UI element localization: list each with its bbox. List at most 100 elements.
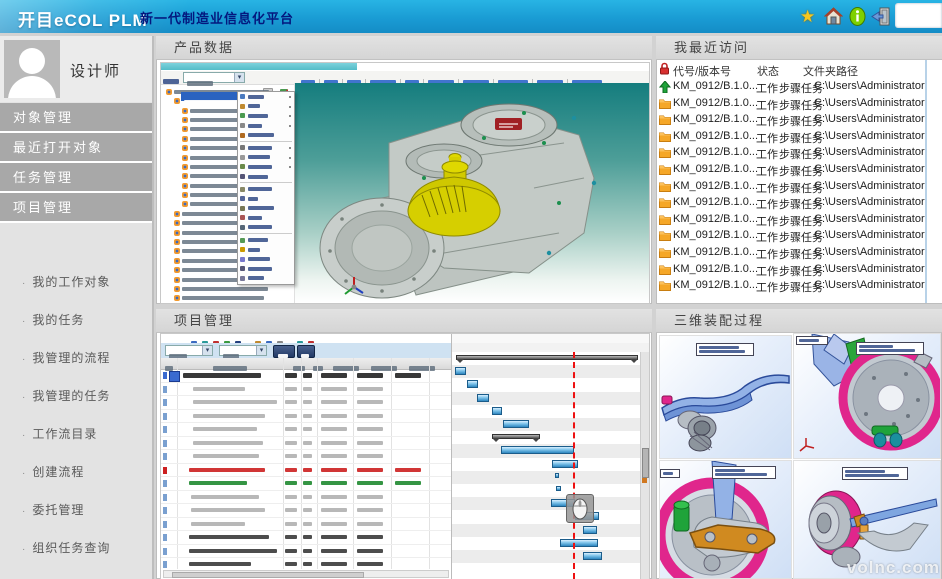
assembly-step-2-image[interactable] xyxy=(793,333,941,459)
info-icon[interactable] xyxy=(848,7,867,26)
sidebar-subitem-6[interactable]: ·创建流程 xyxy=(0,458,152,487)
gantt-bar[interactable] xyxy=(492,407,502,415)
context-menu-item[interactable] xyxy=(238,130,294,140)
refresh-button[interactable] xyxy=(297,345,315,358)
context-menu-item[interactable] xyxy=(238,235,294,245)
gantt-bar[interactable] xyxy=(583,526,597,534)
assembly-step-1-image[interactable] xyxy=(659,335,792,459)
gantt-task-row[interactable] xyxy=(161,450,451,464)
recent-row[interactable]: KM_0912/B.1.0...工作步骤任务C:\Users\Administr… xyxy=(657,245,925,262)
sidebar-item-2[interactable]: 最近打开对象 xyxy=(0,133,152,163)
col-code-version[interactable]: 代号/版本号 xyxy=(673,63,731,79)
gantt-task-row[interactable] xyxy=(161,437,451,451)
favorites-star-icon[interactable]: ★ xyxy=(800,7,819,26)
context-menu-item[interactable] xyxy=(238,111,294,121)
task-combobox[interactable]: ▾ xyxy=(219,345,267,356)
sidebar-subitem-5[interactable]: ·工作流目录 xyxy=(0,420,152,449)
gantt-chart-area[interactable] xyxy=(451,334,650,579)
assembly-step-4-image[interactable]: volnc.com xyxy=(793,460,941,579)
gantt-summary-bar[interactable] xyxy=(456,355,638,360)
gantt-task-row[interactable] xyxy=(161,383,451,397)
apply-button[interactable] xyxy=(273,345,295,358)
context-menu-item[interactable] xyxy=(238,264,294,274)
gantt-bar[interactable] xyxy=(455,367,466,375)
context-menu-item[interactable] xyxy=(238,92,294,102)
recent-row[interactable]: KM_0912/B.1.0...工作步骤任务C:\Users\Administr… xyxy=(657,195,925,212)
project-combobox[interactable]: ▾ xyxy=(165,345,213,356)
gantt-task-row[interactable] xyxy=(161,558,451,569)
gantt-bar[interactable] xyxy=(556,486,561,491)
sidebar-subitem-7[interactable]: ·委托管理 xyxy=(0,496,152,525)
gantt-task-row[interactable] xyxy=(161,518,451,532)
cad-config-combobox[interactable]: ▾ xyxy=(183,72,245,83)
gantt-bar[interactable] xyxy=(501,446,574,454)
col-folder-path[interactable]: 文件夹路径 xyxy=(803,63,858,79)
header-input[interactable] xyxy=(895,3,942,28)
gantt-task-row[interactable] xyxy=(161,464,451,478)
gantt-task-row[interactable] xyxy=(161,477,451,491)
gantt-task-row[interactable] xyxy=(161,491,451,505)
gantt-task-row[interactable] xyxy=(161,531,451,545)
sidebar-subitem-8[interactable]: ·组织任务查询 xyxy=(0,534,152,563)
tree-node[interactable] xyxy=(161,290,294,299)
gantt-bar[interactable] xyxy=(560,539,598,547)
sidebar-item-1[interactable]: 对象管理 xyxy=(0,103,152,133)
gantt-bar[interactable] xyxy=(477,394,489,402)
context-menu-item[interactable] xyxy=(238,255,294,265)
recent-row[interactable]: KM_0912/B.1.0...工作步骤任务C:\Users\Administr… xyxy=(657,162,925,179)
context-menu-item[interactable] xyxy=(238,213,294,223)
context-menu-item[interactable] xyxy=(238,245,294,255)
context-menu-item[interactable] xyxy=(238,184,294,194)
context-menu-item[interactable] xyxy=(238,121,294,131)
recent-row[interactable]: KM_0912/B.1.0...工作步骤任务C:\Users\Administr… xyxy=(657,79,925,96)
sidebar-subitem-2[interactable]: ·我的任务 xyxy=(0,306,152,335)
context-menu-item[interactable] xyxy=(238,162,294,172)
context-menu-item[interactable] xyxy=(238,172,294,182)
gantt-vscrollbar[interactable] xyxy=(640,352,649,579)
sidebar-subitem-1[interactable]: ·我的工作对象 xyxy=(0,268,152,297)
gantt-task-row[interactable] xyxy=(161,369,451,383)
assembly-step-3-image[interactable] xyxy=(659,460,792,579)
gantt-bar[interactable] xyxy=(503,420,529,428)
gantt-bar[interactable] xyxy=(555,473,559,478)
recent-row[interactable]: KM_0912/B.1.0...工作步骤任务C:\Users\Administr… xyxy=(657,262,925,279)
recent-row[interactable]: KM_0912/B.1.0...工作步骤任务C:\Users\Administr… xyxy=(657,179,925,196)
gantt-bar[interactable] xyxy=(583,552,602,560)
gantt-task-row[interactable] xyxy=(161,545,451,559)
gantt-task-row[interactable] xyxy=(161,396,451,410)
hscroll-thumb[interactable] xyxy=(172,572,364,578)
gantt-task-row[interactable] xyxy=(161,504,451,518)
col-status[interactable]: 状态 xyxy=(757,63,779,79)
gantt-summary-bar[interactable] xyxy=(492,434,540,439)
recent-row[interactable]: KM_0912/B.1.0...工作步骤任务C:\Users\Administr… xyxy=(657,278,925,295)
recent-row[interactable]: KM_0912/B.1.0...工作步骤任务C:\Users\Administr… xyxy=(657,112,925,129)
recent-scrollbar[interactable] xyxy=(925,60,942,303)
context-menu-item[interactable] xyxy=(238,223,294,233)
recent-row[interactable]: KM_0912/B.1.0...工作步骤任务C:\Users\Administr… xyxy=(657,145,925,162)
context-menu-item[interactable] xyxy=(238,194,294,204)
gantt-task-row[interactable] xyxy=(161,423,451,437)
gantt-bar[interactable] xyxy=(467,380,478,388)
recent-row[interactable]: KM_0912/B.1.0...工作步骤任务C:\Users\Administr… xyxy=(657,129,925,146)
context-menu-item[interactable] xyxy=(238,102,294,112)
recent-row[interactable]: KM_0912/B.1.0...工作步骤任务C:\Users\Administr… xyxy=(657,228,925,245)
gantt-task-row[interactable] xyxy=(161,410,451,424)
vscroll-thumb[interactable] xyxy=(642,448,649,478)
recent-row[interactable]: KM_0912/B.1.0...工作步骤任务C:\Users\Administr… xyxy=(657,96,925,113)
context-menu-item[interactable] xyxy=(238,153,294,163)
sidebar-item-3[interactable]: 任务管理 xyxy=(0,163,152,193)
cad-screenshot[interactable]: ▾ ▾ xyxy=(160,62,650,304)
sidebar-subitem-3[interactable]: ·我管理的流程 xyxy=(0,344,152,373)
context-menu-item[interactable] xyxy=(238,274,294,284)
gantt-screenshot[interactable]: ▾ ▾ xyxy=(160,333,650,579)
context-menu-item[interactable] xyxy=(238,143,294,153)
exit-icon[interactable] xyxy=(871,7,890,26)
recent-row[interactable]: KM_0912/B.1.0...工作步骤任务C:\Users\Administr… xyxy=(657,212,925,229)
avatar[interactable] xyxy=(4,40,60,98)
home-icon[interactable] xyxy=(824,7,843,26)
cad-3d-viewport[interactable] xyxy=(294,83,649,303)
context-menu-item[interactable] xyxy=(238,204,294,214)
sidebar-subitem-4[interactable]: ·我管理的任务 xyxy=(0,382,152,411)
gantt-hscrollbar[interactable] xyxy=(163,570,449,578)
sidebar-item-4[interactable]: 项目管理 xyxy=(0,193,152,223)
